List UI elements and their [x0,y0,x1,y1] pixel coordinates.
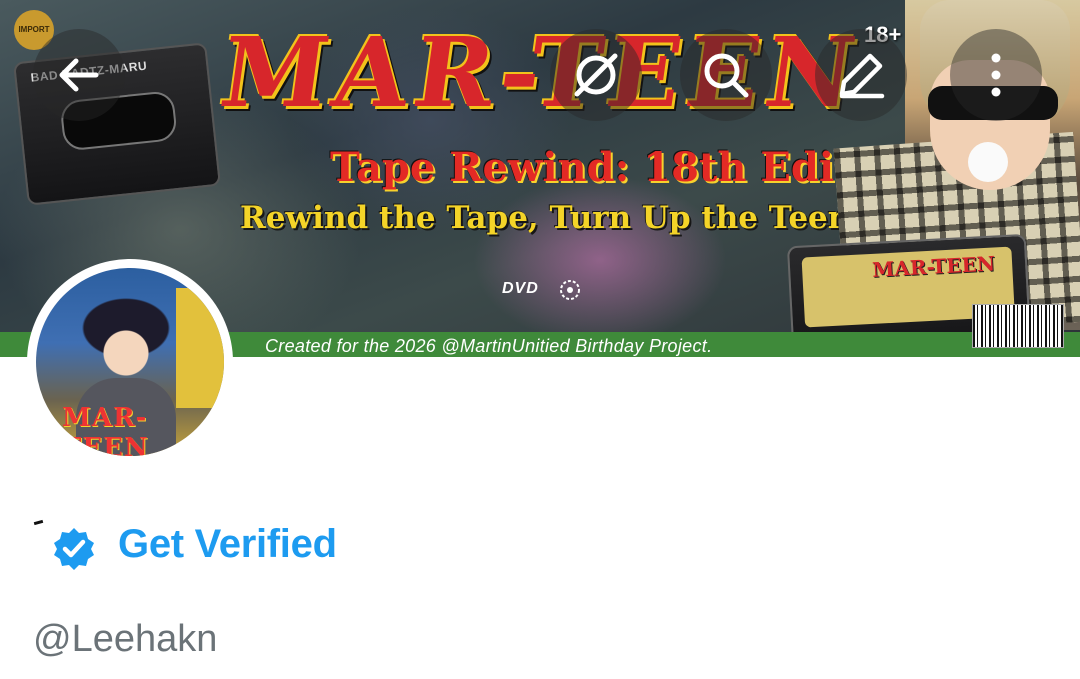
back-button[interactable] [33,29,125,121]
display-name [33,519,44,526]
user-handle: @Leehakn [33,618,218,660]
grok-button[interactable] [550,29,642,121]
search-icon [704,53,749,98]
more-options-button[interactable] [950,29,1042,121]
edit-pencil-icon [839,53,885,99]
disc-icon [560,280,580,300]
banner-caption: Created for the 2026 @MartinUnitied Birt… [265,336,713,356]
edit-button[interactable] [815,29,907,121]
verified-badge-icon[interactable] [51,526,97,572]
search-button[interactable] [680,29,772,121]
get-verified-link[interactable]: Get Verified [118,522,337,567]
dvd-logo: DVD [502,280,539,297]
grok-icon [574,53,618,97]
avatar-text: MAR-TEEN [62,403,149,456]
more-vertical-icon [991,53,1001,97]
bubble-gum [968,142,1008,182]
barcode [972,304,1064,348]
cassette-right-title: MAR-TEEN [871,251,996,282]
arrow-left-icon [59,58,99,92]
avatar-sign [176,288,224,408]
avatar[interactable]: MAR-TEEN [36,268,224,456]
